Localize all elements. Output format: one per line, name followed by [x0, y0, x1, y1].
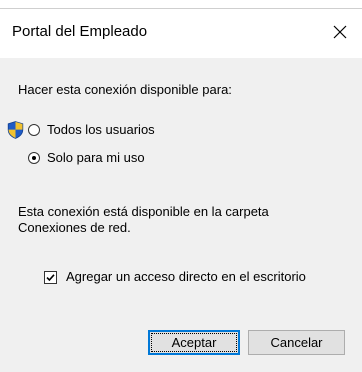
desktop-shortcut-checkbox[interactable]	[44, 271, 57, 284]
only-me-label[interactable]: Solo para mi uso	[47, 150, 145, 166]
cancel-button-label: Cancelar	[270, 335, 323, 350]
window-title: Portal del Empleado	[12, 23, 148, 40]
cancel-button[interactable]: Cancelar	[248, 330, 345, 355]
checkmark-icon	[46, 274, 55, 282]
focus-rectangle	[151, 333, 237, 352]
close-icon	[333, 25, 347, 39]
info-text-line2: Conexiones de red.	[18, 220, 131, 235]
only-me-radio[interactable]	[28, 152, 40, 164]
radio-selected-dot	[32, 156, 36, 160]
dialog-body: Hacer esta conexión disponible para: Tod…	[0, 58, 362, 372]
info-text-line1: Esta conexión está disponible en la carp…	[18, 204, 269, 219]
background-window-edge	[0, 8, 362, 9]
availability-prompt: Hacer esta conexión disponible para:	[18, 82, 232, 97]
close-button[interactable]	[318, 10, 362, 54]
connection-dialog: Portal del Empleado Hacer esta conexión …	[0, 10, 362, 372]
all-users-radio[interactable]	[28, 124, 40, 136]
background-window-text: ˙ ˙ ˙ ˙	[315, 0, 342, 8]
uac-shield-icon	[7, 121, 24, 139]
accept-button[interactable]: Aceptar	[148, 330, 240, 355]
all-users-label[interactable]: Todos los usuarios	[47, 122, 155, 138]
desktop-shortcut-label[interactable]: Agregar un acceso directo en el escritor…	[66, 269, 306, 285]
background-window-strip: ˙ ˙ ˙ ˙	[0, 0, 362, 10]
title-bar[interactable]: Portal del Empleado	[0, 10, 362, 58]
